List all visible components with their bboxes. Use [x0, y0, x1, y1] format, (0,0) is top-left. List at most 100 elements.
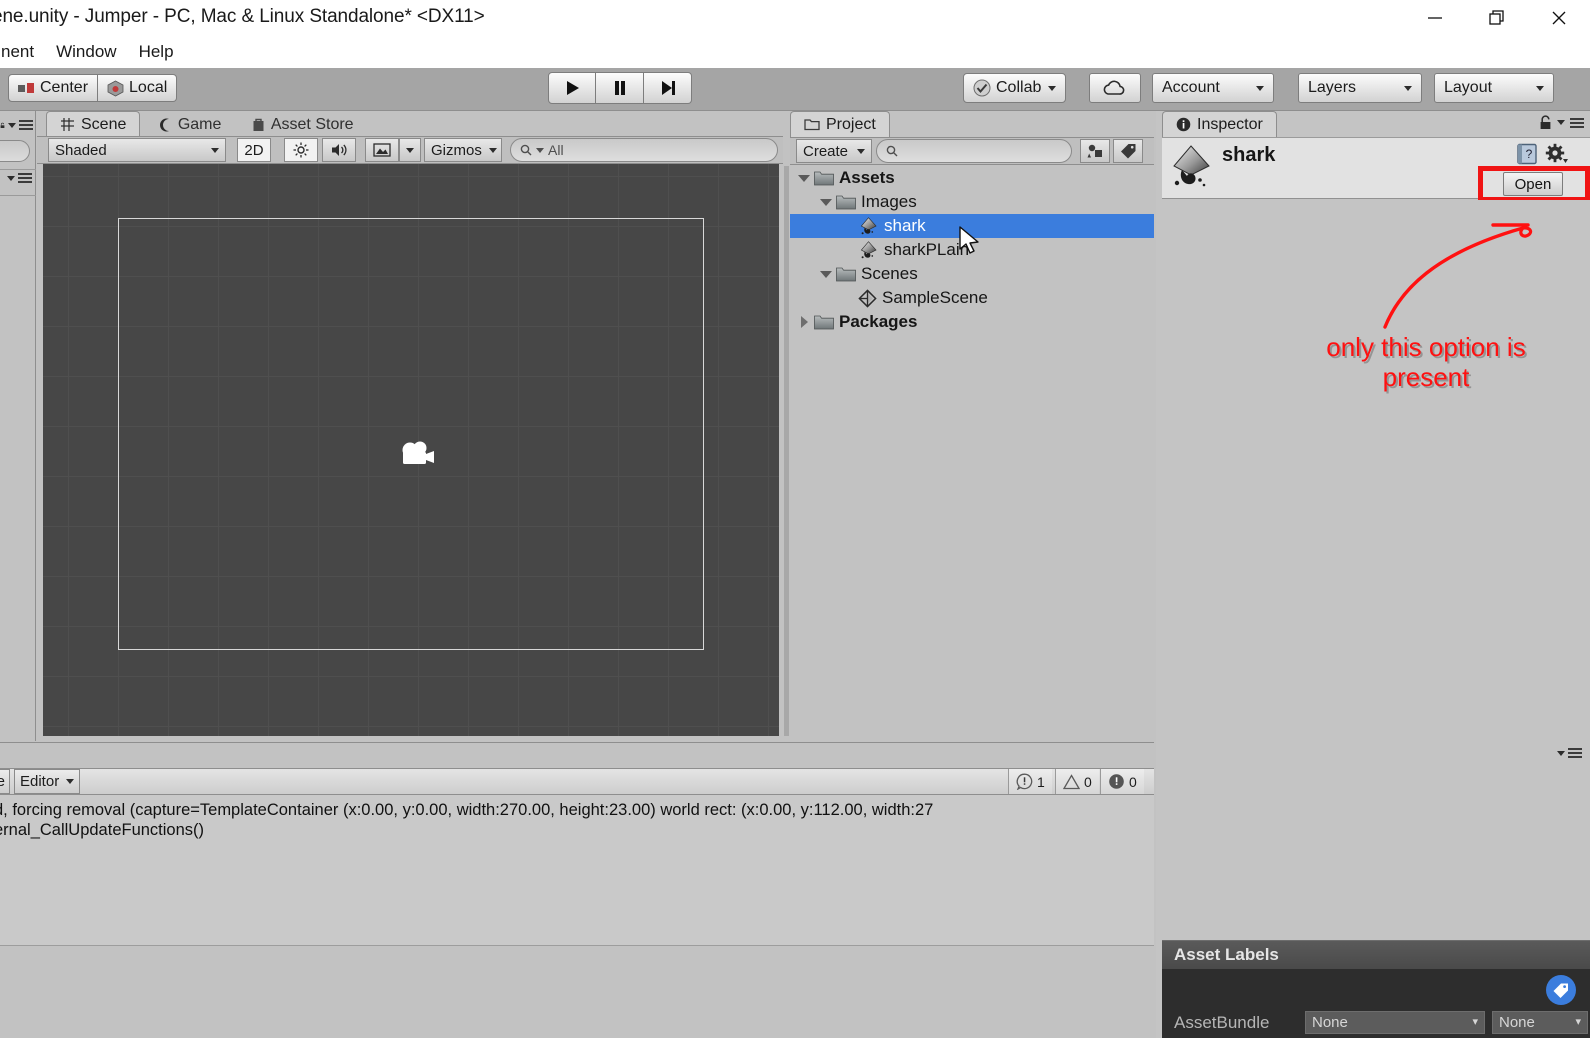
camera-frustum-rect [118, 218, 704, 650]
scene-grid-line [768, 164, 769, 736]
scene-search-placeholder: All [548, 142, 564, 158]
console-menu-row [1557, 748, 1582, 758]
scene-lighting-toggle[interactable] [284, 138, 318, 162]
console-log-list[interactable]: d, forcing removal (capture=TemplateCont… [0, 795, 1154, 945]
info-count: 0 [1129, 773, 1137, 790]
pivot-center-button[interactable]: Center [8, 74, 99, 102]
assetbundle-name-value: None [1312, 1014, 1348, 1031]
chevron-down-icon [66, 779, 74, 784]
scene-2d-toggle[interactable]: 2D [237, 138, 271, 162]
tag-icon[interactable] [1546, 975, 1576, 1005]
info-counter[interactable]: 0 [1100, 769, 1144, 794]
folder-icon [836, 194, 856, 210]
mouse-cursor [958, 226, 982, 263]
tab-asset-store[interactable]: Asset Store [239, 112, 367, 138]
annotation-text: only this option is present [1276, 332, 1576, 393]
account-button[interactable]: Account [1152, 73, 1274, 103]
tab-project-label: Project [826, 115, 876, 133]
project-filter-type-button[interactable] [1080, 139, 1110, 163]
chevron-down-icon[interactable] [818, 198, 834, 206]
pivot-local-button[interactable]: Local [98, 74, 178, 102]
chevron-down-icon [211, 147, 219, 153]
tree-row[interactable]: Scenes [790, 262, 1154, 286]
pause-button[interactable] [596, 72, 644, 104]
annotation-arrow [1360, 215, 1540, 350]
error-count: 1 [1037, 773, 1045, 790]
window-controls [1404, 0, 1590, 36]
minimize-button[interactable] [1404, 0, 1466, 36]
restore-button[interactable] [1466, 0, 1528, 36]
lighting-icon [293, 142, 309, 158]
assetbundle-name-dropdown[interactable]: None ▾ [1305, 1011, 1485, 1034]
tab-inspector[interactable]: Inspector [1162, 111, 1277, 137]
tree-row[interactable]: Packages [790, 310, 1154, 334]
store-icon [253, 118, 264, 131]
project-search-input[interactable] [876, 139, 1072, 163]
tree-row[interactable]: SampleScene [790, 286, 1154, 310]
scene-gizmos-dropdown[interactable]: Gizmos [424, 138, 502, 162]
open-button[interactable]: Open [1503, 172, 1563, 196]
project-tabs: Project [790, 111, 890, 137]
chevron-right-icon[interactable] [796, 316, 812, 328]
search-icon [520, 144, 532, 156]
chevron-down-icon [1536, 85, 1544, 91]
console-log-line[interactable]: d, forcing removal (capture=TemplateCont… [0, 801, 1154, 821]
open-button-label: Open [1514, 175, 1552, 193]
chevron-down-icon [536, 147, 544, 153]
project-filter-label-button[interactable] [1113, 139, 1143, 163]
editor-dropdown[interactable]: Editor [14, 769, 80, 794]
layers-button[interactable]: Layers [1298, 73, 1422, 103]
step-button[interactable] [644, 72, 692, 104]
account-label: Account [1162, 79, 1220, 96]
stepper-icon: ▾ [1472, 1016, 1478, 1028]
asset-labels-header[interactable]: Asset Labels [1162, 940, 1590, 969]
menu-item-window[interactable]: Window [45, 39, 127, 65]
collab-button[interactable]: Collab [963, 73, 1067, 103]
project-scrollbar[interactable] [784, 166, 789, 736]
close-button[interactable] [1528, 0, 1590, 36]
tree-row[interactable]: Images [790, 190, 1154, 214]
tab-game[interactable]: Game [145, 112, 235, 138]
scene-effects-dropdown[interactable] [399, 138, 421, 162]
hierarchy-search-input[interactable] [0, 140, 30, 162]
scene-effects-toggle[interactable] [365, 138, 399, 162]
create-button[interactable]: Create [796, 139, 872, 163]
error-counter[interactable]: 1 [1008, 769, 1052, 794]
console-log-line[interactable]: ernal_CallUpdateFunctions() [0, 821, 1154, 841]
cloud-button[interactable] [1089, 73, 1141, 103]
play-controls [548, 72, 692, 104]
scene-draw-mode-dropdown[interactable]: Shaded [48, 138, 226, 162]
panel-menu-icon[interactable] [19, 120, 33, 130]
play-button[interactable] [548, 72, 596, 104]
audio-icon [331, 144, 347, 156]
chevron-down-icon [1404, 85, 1412, 91]
panel-menu-icon[interactable] [1568, 748, 1582, 758]
scene-search-input[interactable]: All [510, 138, 778, 162]
tab-inspector-label: Inspector [1197, 115, 1263, 133]
project-asset-tree: Assets Images shark sharkPLain Scenes SampleS… [790, 166, 1154, 736]
layout-button[interactable]: Layout [1434, 73, 1554, 103]
tab-project[interactable]: Project [790, 111, 890, 137]
scene-canvas[interactable] [43, 164, 779, 736]
chevron-down-icon [8, 122, 16, 128]
chevron-down-icon[interactable] [796, 174, 812, 182]
tab-scene[interactable]: Scene [46, 111, 141, 137]
tree-row[interactable]: Assets [790, 166, 1154, 190]
assetbundle-variant-dropdown[interactable]: None ▾ [1492, 1011, 1588, 1034]
clear-button[interactable]: e [0, 769, 10, 794]
scene-audio-toggle[interactable] [322, 138, 356, 162]
assetbundle-variant-value: None [1499, 1014, 1535, 1031]
menu-item-nent[interactable]: nent [0, 39, 45, 65]
panel-menu-icon[interactable] [1570, 117, 1584, 128]
inkscape-icon [858, 240, 879, 261]
svg-text:?: ? [1526, 147, 1533, 161]
camera-icon[interactable] [398, 440, 436, 475]
chevron-down-icon[interactable] [818, 270, 834, 278]
menu-item-help[interactable]: Help [128, 39, 185, 65]
console-tabbar [0, 742, 1154, 768]
warning-counter[interactable]: 0 [1055, 769, 1099, 794]
panel-menu-icon[interactable] [18, 173, 32, 183]
scene-draw-mode-label: Shaded [55, 141, 107, 159]
tree-row-label: shark [884, 216, 926, 235]
layout-label: Layout [1444, 79, 1493, 96]
